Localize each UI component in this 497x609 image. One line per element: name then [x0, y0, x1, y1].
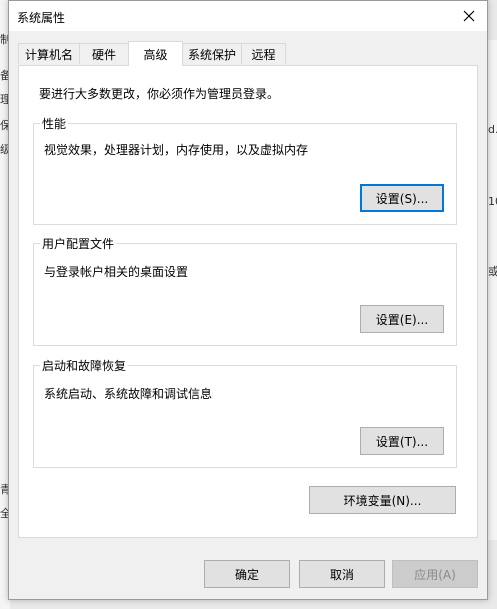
advanced-tab-panel: 要进行大多数更改，你必须作为管理员登录。 性能 视觉效果，处理器计划，内存使用，… [18, 65, 478, 538]
title-bar[interactable]: 系统属性 [9, 1, 487, 31]
close-button[interactable] [451, 1, 487, 31]
startup-recovery-description: 系统启动、系统故障和调试信息 [44, 387, 213, 401]
apply-button[interactable]: 应用(A) [392, 560, 478, 588]
performance-group-label: 性能 [40, 115, 69, 132]
tab-computer-name[interactable]: 计算机名 [18, 43, 80, 64]
startup-recovery-group-label: 启动和故障恢复 [40, 357, 129, 374]
system-properties-dialog: 系统属性 计算机名 硬件 高级 系统保护 远程 要进行大多数更改，你必须作为管理… [8, 0, 488, 600]
user-profiles-group-label: 用户配置文件 [40, 235, 117, 252]
performance-group: 性能 视觉效果，处理器计划，内存使用，以及虚拟内存 设置(S)... [33, 115, 457, 225]
user-profiles-group: 用户配置文件 与登录帐户相关的桌面设置 设置(E)... [33, 235, 457, 346]
performance-settings-button[interactable]: 设置(S)... [360, 184, 444, 212]
background-text-fragment: 10 [488, 195, 497, 208]
ok-button[interactable]: 确定 [204, 560, 290, 588]
startup-recovery-settings-button[interactable]: 设置(T)... [360, 427, 444, 455]
admin-notice: 要进行大多数更改，你必须作为管理员登录。 [39, 87, 280, 101]
tab-advanced[interactable]: 高级 [128, 41, 183, 66]
background-text-fragment: d. [488, 123, 497, 136]
user-profiles-description: 与登录帐户相关的桌面设置 [44, 265, 189, 279]
cancel-button[interactable]: 取消 [299, 560, 385, 588]
background-text-fragment: 或 [488, 265, 497, 278]
background-window-right [488, 40, 497, 540]
environment-variables-button[interactable]: 环境变量(N)... [309, 486, 456, 514]
performance-description: 视觉效果，处理器计划，内存使用，以及虚拟内存 [44, 143, 309, 157]
user-profiles-settings-button[interactable]: 设置(E)... [360, 305, 444, 333]
close-icon [463, 10, 475, 22]
window-title: 系统属性 [17, 11, 66, 25]
tab-hardware[interactable]: 硬件 [79, 43, 129, 64]
tab-system-protection[interactable]: 系统保护 [182, 43, 242, 64]
startup-recovery-group: 启动和故障恢复 系统启动、系统故障和调试信息 设置(T)... [33, 357, 457, 468]
tab-remote[interactable]: 远程 [241, 43, 286, 64]
